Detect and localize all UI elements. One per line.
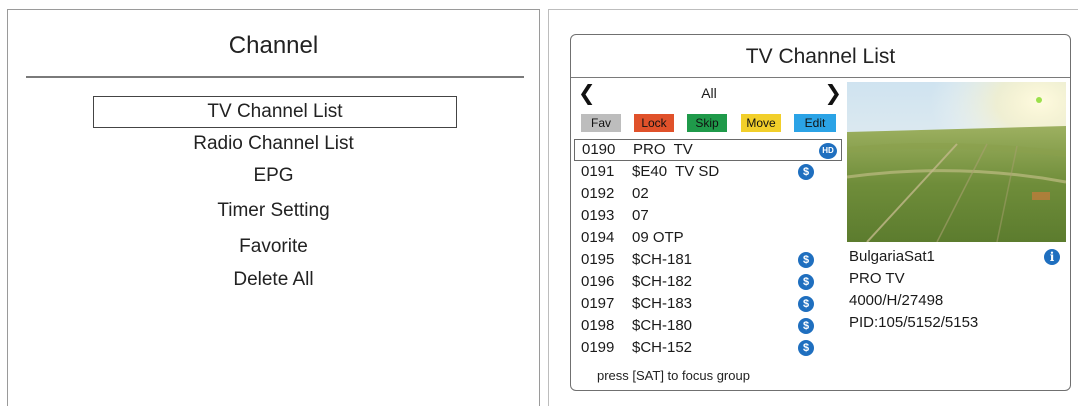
channel-name: 09 OTP <box>632 229 684 246</box>
lock-button[interactable]: Lock <box>634 114 674 132</box>
scrambled-icon: $ <box>798 274 814 290</box>
channel-number: 0194 <box>581 229 615 246</box>
channel-name: 07 <box>632 207 649 224</box>
menu-item-timer-setting[interactable]: Timer Setting <box>8 200 539 222</box>
channel-number: 0192 <box>581 185 615 202</box>
channel-name: $CH-180 <box>632 317 693 334</box>
group-selector[interactable]: ❮ All ❯ <box>576 83 842 105</box>
channel-row[interactable]: 0193 07 <box>574 205 842 227</box>
menu-item-epg[interactable]: EPG <box>8 165 539 187</box>
satellite-name: BulgariaSat1 <box>849 248 935 265</box>
channel-row[interactable]: 0190 PRO TV HD <box>574 139 842 161</box>
skip-button[interactable]: Skip <box>687 114 727 132</box>
channel-number: 0196 <box>581 273 615 290</box>
pid-info: PID:105/5152/5153 <box>849 314 979 331</box>
channel-name: 02 <box>632 185 649 202</box>
channel-row[interactable]: 0196 $CH-182 $ <box>574 271 842 293</box>
channel-number: 0191 <box>581 163 615 180</box>
tv-channel-list-window: TV Channel List ❮ All ❯ Fav Lock Skip Mo… <box>570 34 1071 391</box>
menu-item-delete-all[interactable]: Delete All <box>8 269 539 291</box>
channel-row[interactable]: 0197 $CH-183 $ <box>574 293 842 315</box>
fav-button[interactable]: Fav <box>581 114 621 132</box>
channel-name: $CH-181 <box>632 251 693 268</box>
channel-row[interactable]: 0198 $CH-180 $ <box>574 315 842 337</box>
channel-name: $CH-182 <box>632 273 693 290</box>
scrambled-icon: $ <box>798 340 814 356</box>
chevron-right-icon[interactable]: ❯ <box>824 83 842 105</box>
focus-group-hint: press [SAT] to focus group <box>597 368 750 383</box>
menu-item-tv-channel-list[interactable]: TV Channel List <box>93 96 457 128</box>
color-button-bar: Fav Lock Skip Move Edit <box>581 114 843 134</box>
channel-menu-title: Channel <box>228 32 319 59</box>
channel-number: 0198 <box>581 317 615 334</box>
window-title-divider <box>571 77 1070 78</box>
channel-number: 0193 <box>581 207 615 224</box>
info-icon[interactable]: i <box>1044 249 1060 265</box>
channel-number: 0197 <box>581 295 615 312</box>
scrambled-icon: $ <box>798 318 814 334</box>
channel-number: 0199 <box>581 339 615 356</box>
window-title: TV Channel List <box>745 45 896 68</box>
transponder-info: 4000/H/27498 <box>849 292 944 309</box>
channel-row[interactable]: 0191 $E40 TV SD $ <box>574 161 842 183</box>
channel-name: $CH-183 <box>632 295 693 312</box>
channel-menu-panel: Channel TV Channel List Radio Channel Li… <box>7 9 540 406</box>
channel-name: PRO TV <box>633 141 693 158</box>
scrambled-icon: $ <box>798 164 814 180</box>
channel-number: 0195 <box>581 251 615 268</box>
channel-row[interactable]: 0195 $CH-181 $ <box>574 249 842 271</box>
channel-row[interactable]: 0199 $CH-152 $ <box>574 337 842 359</box>
menu-item-favorite[interactable]: Favorite <box>8 236 539 258</box>
move-button[interactable]: Move <box>741 114 781 132</box>
channel-name: $E40 TV SD <box>632 163 720 180</box>
title-divider <box>26 76 524 78</box>
current-channel-name: PRO TV <box>849 270 905 287</box>
group-name: All <box>701 85 717 101</box>
scrambled-icon: $ <box>798 296 814 312</box>
video-preview <box>847 82 1066 242</box>
menu-item-radio-channel-list[interactable]: Radio Channel List <box>8 133 539 155</box>
edit-button[interactable]: Edit <box>794 114 836 132</box>
scrambled-icon: $ <box>798 252 814 268</box>
channel-row[interactable]: 0192 02 <box>574 183 842 205</box>
channel-name: $CH-152 <box>632 339 693 356</box>
hd-badge-icon: HD <box>819 143 837 159</box>
channel-row[interactable]: 0194 09 OTP <box>574 227 842 249</box>
channel-number: 0190 <box>582 141 616 158</box>
field-landscape-image <box>847 82 1066 242</box>
